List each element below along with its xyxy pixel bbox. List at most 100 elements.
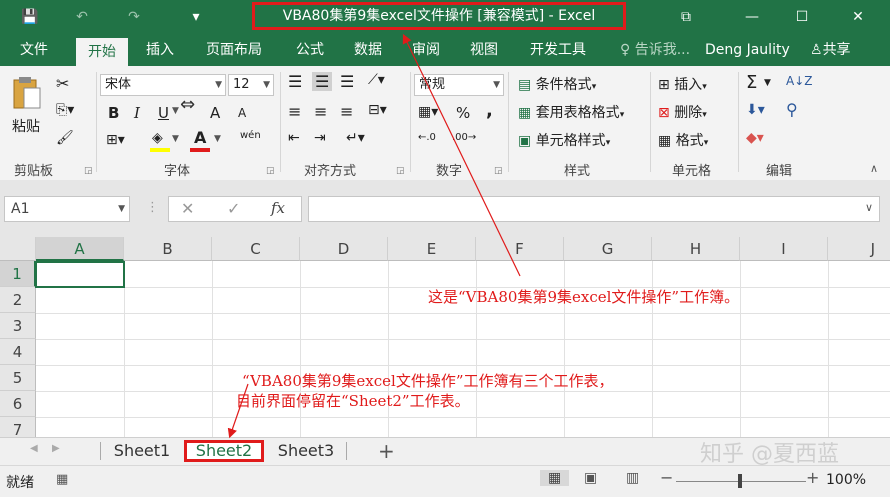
format-painter-icon[interactable]: 🖌 bbox=[56, 130, 74, 146]
conditional-formatting-button[interactable]: ▤ 条件格式▾ bbox=[518, 74, 596, 94]
increase-decimal-button[interactable]: ←.0 bbox=[418, 132, 436, 143]
chevron-down-icon[interactable]: ▼ bbox=[172, 106, 179, 116]
save-icon[interactable]: 💾 bbox=[18, 6, 42, 28]
minimize-icon[interactable]: — bbox=[740, 6, 764, 28]
enter-icon[interactable]: ✓ bbox=[227, 199, 240, 218]
tab-formulas[interactable]: 公式 bbox=[296, 34, 324, 66]
chevron-down-icon[interactable]: ▼ bbox=[214, 134, 221, 144]
italic-button[interactable]: I bbox=[134, 104, 140, 122]
chevron-down-icon[interactable]: ▼ bbox=[172, 134, 179, 144]
align-left-icon[interactable]: ≡ bbox=[288, 102, 301, 121]
zoom-in-button[interactable]: + bbox=[806, 468, 819, 487]
tab-page-layout[interactable]: 页面布局 bbox=[206, 34, 262, 66]
close-icon[interactable]: ✕ bbox=[846, 6, 870, 28]
row-header-3[interactable]: 3 bbox=[0, 313, 36, 339]
percent-style-button[interactable]: % bbox=[456, 104, 470, 122]
align-top-icon[interactable]: ☰ bbox=[288, 72, 302, 91]
chevron-down-icon[interactable]: ▼ bbox=[118, 197, 125, 221]
redo-icon[interactable]: ↷ bbox=[122, 6, 146, 28]
font-size-combo[interactable]: 12 ▼ bbox=[228, 74, 274, 96]
column-header-c[interactable]: C bbox=[212, 237, 300, 261]
tab-home[interactable]: 开始 bbox=[76, 38, 128, 66]
copy-icon[interactable]: ⎘▾ bbox=[56, 102, 74, 118]
grow-font-button[interactable]: A bbox=[210, 104, 220, 122]
font-name-combo[interactable]: 宋体 ▼ bbox=[100, 74, 226, 96]
column-header-d[interactable]: D bbox=[300, 237, 388, 261]
wrap-text-icon[interactable]: ↵▾ bbox=[346, 130, 365, 146]
alignment-launcher-icon[interactable]: ◲ bbox=[396, 166, 405, 176]
delete-cells-button[interactable]: ⊠ 删除▾ bbox=[658, 102, 707, 122]
row-header-7[interactable]: 7 bbox=[0, 417, 36, 437]
font-launcher-icon[interactable]: ◲ bbox=[266, 166, 275, 176]
sheet-tab-sheet3[interactable]: Sheet3 bbox=[268, 440, 344, 462]
number-format-combo[interactable]: 常规 ▼ bbox=[414, 74, 504, 96]
zoom-slider-thumb[interactable] bbox=[738, 474, 742, 488]
increase-indent-icon[interactable]: ⇥ bbox=[314, 130, 326, 146]
row-header-2[interactable]: 2 bbox=[0, 287, 36, 313]
paste-button[interactable] bbox=[10, 74, 44, 110]
undo-icon[interactable]: ↶ bbox=[70, 6, 94, 28]
collapse-ribbon-icon[interactable]: ∧ bbox=[870, 162, 878, 175]
column-header-e[interactable]: E bbox=[388, 237, 476, 261]
column-header-g[interactable]: G bbox=[564, 237, 652, 261]
select-all-corner[interactable] bbox=[0, 237, 36, 261]
row-header-5[interactable]: 5 bbox=[0, 365, 36, 391]
phonetic-guide-button[interactable]: wén bbox=[240, 130, 261, 141]
align-middle-icon[interactable]: ☰ bbox=[312, 72, 333, 91]
name-box[interactable]: A1 ▼ bbox=[4, 196, 130, 222]
active-cell-a1[interactable] bbox=[35, 261, 125, 288]
next-sheet-icon[interactable]: ▶ bbox=[52, 443, 60, 454]
customize-qat-icon[interactable]: ▾ bbox=[184, 6, 208, 28]
tab-insert[interactable]: 插入 bbox=[146, 34, 174, 66]
orientation-icon[interactable]: ⟋▾ bbox=[368, 72, 385, 88]
borders-icon[interactable]: ⊞▾ bbox=[106, 132, 125, 148]
formula-input[interactable]: ∨ bbox=[308, 196, 880, 222]
clipboard-launcher-icon[interactable]: ◲ bbox=[84, 166, 93, 176]
find-select-button[interactable]: ⚲ bbox=[786, 100, 798, 119]
column-header-b[interactable]: B bbox=[124, 237, 212, 261]
zoom-out-button[interactable]: − bbox=[660, 468, 673, 487]
cancel-icon[interactable]: ✕ bbox=[181, 199, 194, 218]
merge-center-icon[interactable]: ⊟▾ bbox=[368, 102, 387, 118]
sheet-tab-sheet1[interactable]: Sheet1 bbox=[104, 440, 180, 462]
page-break-view-icon[interactable]: ▥ bbox=[626, 470, 639, 486]
clear-icon[interactable]: ◆▾ bbox=[746, 130, 764, 146]
format-cells-button[interactable]: ▦ 格式▾ bbox=[658, 130, 708, 150]
new-sheet-button[interactable]: + bbox=[378, 439, 395, 463]
shrink-font-button[interactable]: A bbox=[238, 106, 246, 120]
page-layout-view-icon[interactable]: ▣ bbox=[584, 470, 597, 486]
align-right-icon[interactable]: ≡ bbox=[340, 102, 353, 121]
paste-label[interactable]: 粘贴 bbox=[12, 116, 40, 136]
row-header-4[interactable]: 4 bbox=[0, 339, 36, 365]
tab-view[interactable]: 视图 bbox=[470, 34, 498, 66]
column-header-h[interactable]: H bbox=[652, 237, 740, 261]
zoom-level[interactable]: 100% bbox=[826, 472, 866, 488]
tell-me-search[interactable]: ♀ 告诉我... bbox=[620, 34, 690, 66]
user-name[interactable]: Deng Jaulity bbox=[705, 34, 790, 66]
prev-sheet-icon[interactable]: ◀ bbox=[30, 443, 38, 454]
underline-button[interactable]: U bbox=[158, 104, 169, 122]
column-header-f[interactable]: F bbox=[476, 237, 564, 261]
bold-button[interactable]: B bbox=[108, 104, 119, 122]
tab-developer[interactable]: 开发工具 bbox=[530, 34, 586, 66]
cell-styles-button[interactable]: ▣ 单元格样式▾ bbox=[518, 130, 610, 150]
decrease-decimal-button[interactable]: .00→ bbox=[452, 132, 476, 143]
fill-color-icon[interactable]: ◈ bbox=[152, 130, 163, 146]
row-header-6[interactable]: 6 bbox=[0, 391, 36, 417]
insert-cells-button[interactable]: ⊞ 插入▾ bbox=[658, 74, 707, 94]
chevron-down-icon[interactable]: ▼ bbox=[764, 78, 771, 88]
align-center-icon[interactable]: ≡ bbox=[314, 102, 327, 121]
tab-review[interactable]: 审阅 bbox=[412, 34, 440, 66]
tab-data[interactable]: 数据 bbox=[354, 34, 382, 66]
insert-function-button[interactable]: fx bbox=[271, 199, 285, 217]
align-bottom-icon[interactable]: ☰ bbox=[340, 72, 354, 91]
column-header-i[interactable]: I bbox=[740, 237, 828, 261]
column-header-a[interactable]: A bbox=[36, 237, 124, 261]
decrease-indent-icon[interactable]: ⇤ bbox=[288, 130, 300, 146]
normal-view-icon[interactable]: ▦ bbox=[540, 470, 570, 486]
accounting-format-icon[interactable]: ▦▾ bbox=[418, 104, 438, 120]
font-color-button[interactable]: A bbox=[194, 128, 206, 147]
autosum-button[interactable]: Σ bbox=[746, 72, 757, 93]
fill-icon[interactable]: ⬇▾ bbox=[746, 102, 765, 118]
column-header-j[interactable]: J bbox=[828, 237, 890, 261]
